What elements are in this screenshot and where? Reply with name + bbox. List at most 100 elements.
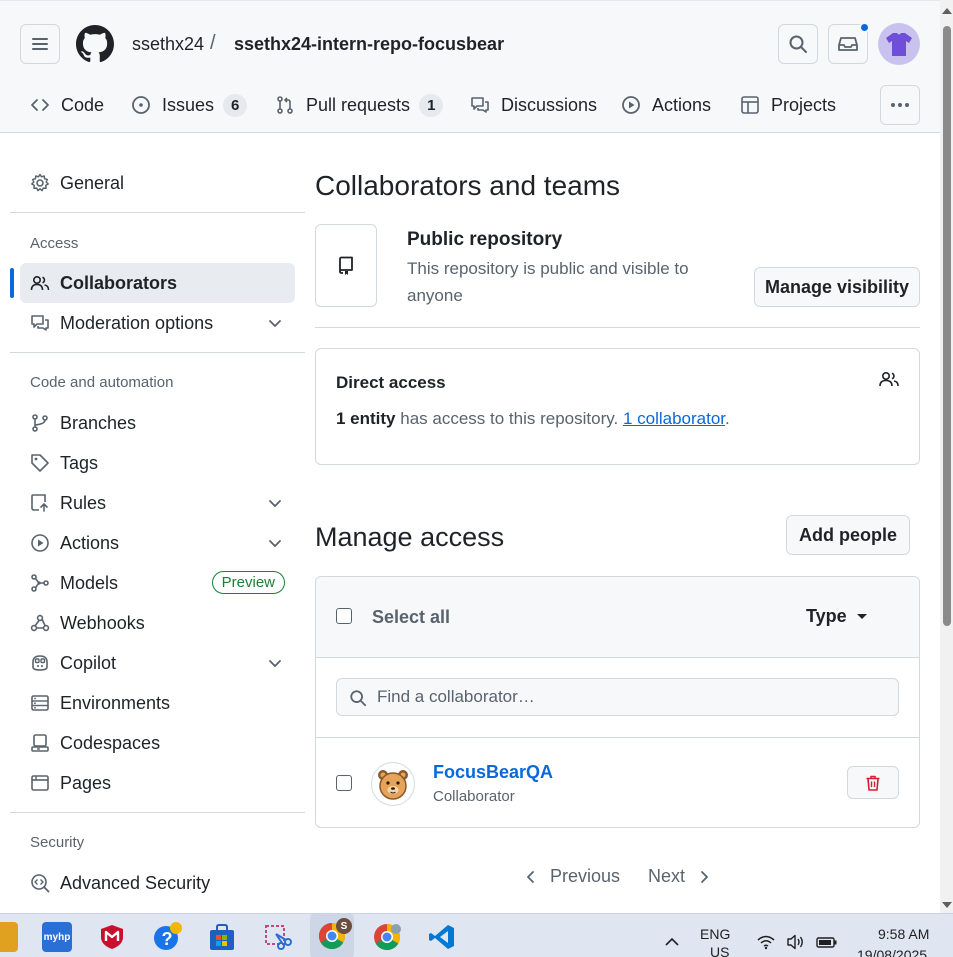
file-explorer-icon[interactable] [0, 922, 18, 952]
scrollbar-thumb[interactable] [943, 26, 951, 626]
remove-member-button[interactable] [847, 766, 899, 799]
tab-label: Issues [162, 94, 215, 115]
chrome-profile-s-icon[interactable]: S [310, 914, 354, 957]
sidebar-item-codespaces[interactable]: Codespaces [20, 723, 295, 763]
codespaces-icon [31, 734, 49, 752]
tab-actions[interactable]: Actions [621, 85, 711, 125]
wifi-icon[interactable] [757, 934, 775, 950]
ai-model-icon [31, 574, 49, 592]
table-row: FocusBearQA Collaborator [316, 738, 919, 827]
sidebar-item-label: Codespaces [60, 732, 161, 753]
sidebar-item-collaborators[interactable]: Collaborators [20, 263, 295, 303]
snipping-tool-icon[interactable] [262, 922, 292, 952]
tab-code[interactable]: Code [30, 85, 104, 125]
direct-access-summary: 1 entity has access to this repository. … [336, 409, 730, 429]
repo-tabs: Code Issues 6 Pull requests 1 Discussion… [0, 85, 940, 125]
webhook-icon [30, 614, 50, 632]
sidebar-item-actions[interactable]: Actions [20, 523, 295, 563]
gear-icon [31, 173, 49, 192]
sidebar-item-branches[interactable]: Branches [20, 403, 295, 443]
sidebar-divider [10, 812, 305, 813]
sidebar-item-moderation-options[interactable]: Moderation options [20, 303, 295, 343]
chevron-down-icon [269, 660, 281, 667]
sidebar-item-tags[interactable]: Tags [20, 443, 295, 483]
previous-page-button[interactable]: Previous [524, 866, 620, 887]
find-collaborator-input[interactable] [336, 678, 899, 716]
type-filter-dropdown[interactable]: Type [806, 606, 867, 627]
select-all-label[interactable]: Select all [372, 607, 450, 628]
people-icon [879, 371, 899, 387]
menu-button[interactable] [20, 24, 60, 64]
period-text: . [725, 409, 730, 428]
copilot-icon [32, 655, 48, 671]
sidebar-item-environments[interactable]: Environments [20, 683, 295, 723]
chrome-profile-2-icon[interactable] [372, 922, 402, 952]
direct-access-box: Direct access 1 entity has access to thi… [315, 348, 920, 465]
chrome-icon [374, 923, 401, 951]
visibility-title: Public repository [407, 229, 563, 250]
more-tabs-button[interactable] [880, 85, 920, 125]
sidebar-item-webhooks[interactable]: Webhooks [20, 603, 295, 643]
collaborators-table: Select all Type Find a collaborator… Foc… [315, 576, 920, 828]
selected-indicator [10, 268, 14, 298]
member-role: Collaborator [433, 788, 515, 805]
sidebar-heading-access: Access [30, 235, 79, 252]
clock-time[interactable]: 9:58 AM [878, 926, 929, 942]
myhp-app-icon[interactable]: myhp [42, 922, 72, 952]
github-logo-icon[interactable] [76, 25, 114, 63]
issues-counter: 6 [223, 93, 248, 117]
volume-icon[interactable] [786, 934, 806, 950]
repo-owner-link[interactable]: ssethx24 [132, 34, 204, 55]
tab-projects[interactable]: Projects [740, 85, 836, 125]
tab-pull-requests[interactable]: Pull requests 1 [275, 85, 444, 125]
tab-discussions[interactable]: Discussions [470, 85, 597, 125]
scroll-up-arrow-icon[interactable] [942, 8, 952, 14]
manage-access-title: Manage access [315, 522, 505, 552]
tshirt-avatar-icon [886, 33, 912, 56]
tab-issues[interactable]: Issues 6 [131, 85, 248, 125]
sidebar-item-label: Actions [60, 532, 120, 553]
chevron-down-icon [269, 320, 281, 327]
sidebar-item-copilot[interactable]: Copilot [20, 643, 295, 683]
manage-visibility-button[interactable]: Manage visibility [754, 267, 920, 307]
select-all-checkbox[interactable] [336, 608, 352, 624]
sidebar-item-label: Collaborators [60, 272, 178, 293]
mcafee-icon[interactable] [97, 922, 127, 952]
avatar[interactable] [371, 762, 415, 806]
sidebar-item-label: Rules [60, 492, 107, 513]
previous-label: Previous [550, 866, 621, 886]
visibility-description: This repository is public and visible to… [407, 259, 689, 305]
repo-icon-box [315, 224, 377, 307]
search-button[interactable] [778, 24, 818, 64]
collaborator-count-link[interactable]: 1 collaborator [623, 409, 725, 428]
help-app-icon[interactable]: ? [152, 922, 182, 952]
add-people-button[interactable]: Add people [786, 515, 910, 555]
repo-name-link[interactable]: ssethx24-intern-repo-focusbear [234, 34, 504, 55]
user-avatar[interactable] [878, 23, 920, 65]
member-checkbox[interactable] [336, 775, 352, 791]
sidebar-item-models[interactable]: Models Preview [20, 563, 295, 603]
hamburger-icon [32, 38, 48, 50]
clock-date[interactable]: 19/08/2025 [857, 947, 927, 957]
next-page-button[interactable]: Next [648, 866, 711, 887]
microsoft-store-icon[interactable] [207, 922, 237, 952]
next-label: Next [648, 866, 686, 886]
battery-icon[interactable] [816, 934, 838, 950]
scroll-down-arrow-icon[interactable] [942, 902, 952, 908]
vscode-icon[interactable] [427, 922, 457, 952]
sidebar-item-advanced-security[interactable]: Advanced Security [20, 863, 295, 903]
sidebar-item-general[interactable]: General [20, 163, 295, 203]
sidebar-item-label: Advanced Security [60, 872, 211, 893]
language-indicator[interactable]: ENG [700, 926, 730, 942]
inbox-icon [838, 37, 858, 51]
caret-down-icon [856, 614, 867, 619]
sidebar-item-rules[interactable]: Rules [20, 483, 295, 523]
mcafee-shield-icon [101, 925, 123, 949]
repo-icon [339, 256, 353, 275]
server-icon [31, 695, 49, 711]
chevron-down-icon [269, 500, 281, 507]
preview-badge: Preview [211, 571, 285, 594]
chevron-up-icon[interactable] [664, 937, 680, 947]
sidebar-item-pages[interactable]: Pages [20, 763, 295, 803]
member-name-link[interactable]: FocusBearQA [433, 762, 553, 783]
